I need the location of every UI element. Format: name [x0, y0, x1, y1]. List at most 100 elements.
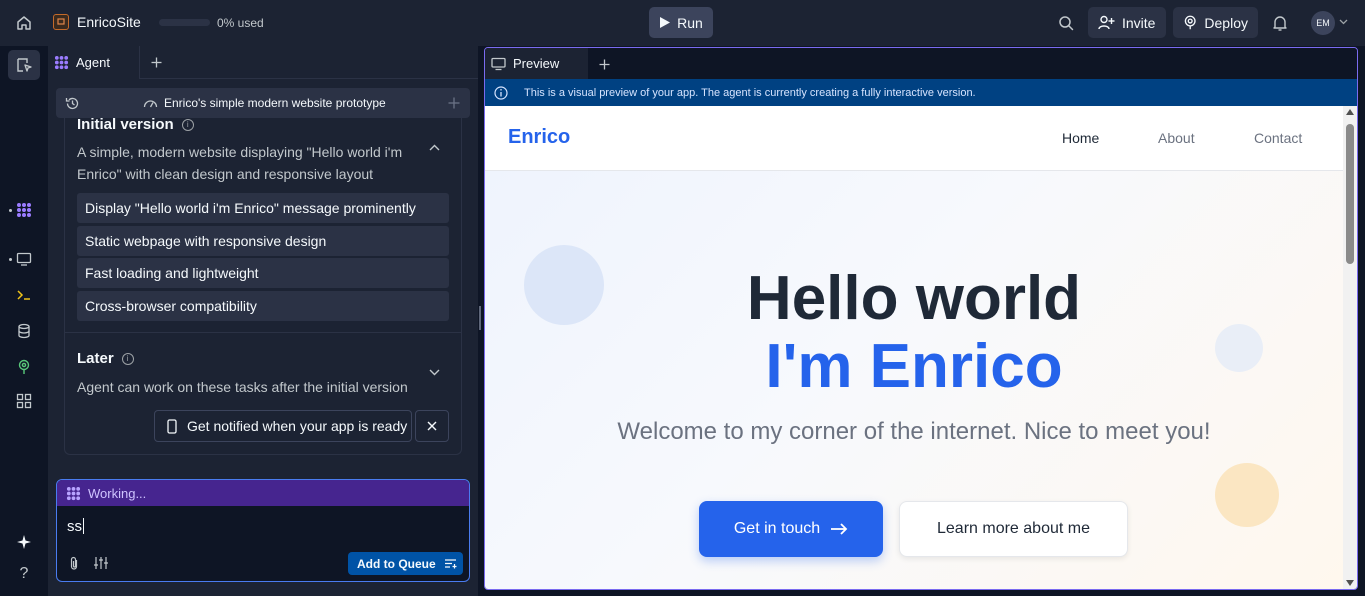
preview-info-banner: This is a visual preview of your app. Th…: [485, 79, 1357, 106]
help-icon[interactable]: ?: [12, 562, 36, 586]
agent-icon: [66, 486, 81, 500]
session-title[interactable]: Enrico's simple modern website prototype: [164, 96, 386, 110]
new-session-icon[interactable]: [446, 95, 462, 111]
agent-icon: [54, 55, 69, 70]
left-rail: ?: [0, 46, 48, 596]
nav-link-contact[interactable]: Contact: [1254, 130, 1302, 146]
later-title: Later: [77, 350, 114, 367]
site-preview: Enrico Home About Contact Hello world I'…: [485, 106, 1343, 589]
task-item: Fast loading and lightweight: [77, 258, 449, 288]
gauge-icon: [142, 96, 158, 110]
shell-icon[interactable]: [12, 283, 36, 307]
queue-icon: [444, 559, 457, 569]
scroll-thumb[interactable]: [1346, 124, 1354, 264]
session-bar: Enrico's simple modern website prototype: [56, 88, 470, 118]
invite-label: Invite: [1122, 14, 1156, 31]
working-label: Working...: [88, 485, 147, 501]
phone-icon: [167, 418, 177, 434]
hero-heading-line1: Hello world: [746, 264, 1082, 333]
get-in-touch-label: Get in touch: [733, 520, 821, 537]
divider: [65, 332, 461, 333]
task-item: Static webpage with responsive design: [77, 226, 449, 256]
info-icon[interactable]: i: [121, 352, 134, 365]
plus-icon[interactable]: [148, 54, 164, 70]
avatar[interactable]: EM: [1311, 11, 1335, 35]
preview-icon[interactable]: [12, 247, 36, 271]
add-to-queue-button[interactable]: Add to Queue: [348, 552, 463, 575]
message-input[interactable]: ss: [67, 518, 84, 535]
task-item: Display "Hello world i'm Enrico" message…: [77, 193, 449, 223]
tab-preview[interactable]: Preview: [485, 48, 588, 79]
message-composer: Working... ss Add to Queue: [56, 479, 470, 582]
run-button[interactable]: Run: [649, 7, 713, 38]
chevron-down-icon[interactable]: [1338, 16, 1348, 28]
agent-pane: Agent Enrico's simple modern website pro…: [48, 46, 478, 596]
sliders-icon[interactable]: [93, 555, 109, 571]
notify-button[interactable]: Get notified when your app is ready: [154, 410, 412, 442]
usage-bar: [159, 19, 210, 26]
add-user-icon: [1098, 15, 1115, 30]
invite-button[interactable]: Invite: [1088, 7, 1166, 38]
initial-version-description: A simple, modern website displaying "Hel…: [77, 144, 403, 182]
site-brand[interactable]: Enrico: [508, 126, 570, 149]
chevron-down-icon[interactable]: [427, 365, 441, 379]
home-icon[interactable]: [13, 12, 35, 34]
apps-icon[interactable]: [12, 389, 36, 413]
close-icon[interactable]: [415, 410, 449, 442]
chevron-up-icon[interactable]: [427, 140, 441, 154]
preview-tab-bar: Preview: [485, 48, 1357, 79]
tab-agent-label: Agent: [76, 55, 110, 70]
scroll-up-arrow[interactable]: [1346, 109, 1354, 115]
repl-icon: [53, 14, 69, 30]
notify-label: Get notified when your app is ready: [187, 418, 408, 434]
deployments-icon[interactable]: [12, 355, 36, 379]
get-in-touch-button[interactable]: Get in touch: [699, 501, 883, 557]
message-input-value: ss: [67, 518, 82, 535]
agent-icon[interactable]: [12, 198, 36, 222]
usage-text: 0% used: [217, 16, 264, 30]
assistant-icon[interactable]: [12, 530, 36, 554]
arrow-right-icon: [831, 523, 848, 535]
initial-version-heading: Initial version i: [77, 118, 194, 133]
deploy-label: Deploy: [1204, 14, 1248, 31]
bell-icon[interactable]: [1270, 12, 1290, 34]
preview-scrollbar[interactable]: [1343, 106, 1357, 589]
files-icon[interactable]: [8, 50, 40, 80]
run-label: Run: [677, 14, 703, 31]
site-navbar: Enrico Home About Contact: [485, 106, 1343, 171]
search-icon[interactable]: [1055, 12, 1077, 34]
agent-tab-bar: Agent: [48, 46, 478, 79]
info-icon[interactable]: i: [181, 118, 194, 131]
deploy-icon: [1184, 15, 1196, 30]
banner-text: This is a visual preview of your app. Th…: [524, 86, 976, 99]
text-caret: [83, 518, 84, 534]
history-icon[interactable]: [64, 95, 80, 111]
queue-label: Add to Queue: [357, 556, 436, 571]
info-icon: [494, 85, 508, 100]
later-heading: Later i: [77, 350, 134, 367]
tab-preview-label: Preview: [513, 56, 560, 71]
task-item: Cross-browser compatibility: [77, 291, 449, 321]
paperclip-icon[interactable]: [67, 555, 81, 571]
pane-resize-handle[interactable]: [479, 306, 481, 330]
nav-link-home[interactable]: Home: [1062, 130, 1099, 146]
initial-version-title: Initial version: [77, 118, 174, 133]
plan-card: Initial version i A simple, modern websi…: [64, 118, 462, 455]
monitor-icon: [491, 57, 506, 70]
nav-link-about[interactable]: About: [1158, 130, 1195, 146]
learn-more-button[interactable]: Learn more about me: [899, 501, 1128, 557]
later-description: Agent can work on these tasks after the …: [77, 379, 408, 395]
top-bar: EnricoSite 0% used Run Invite Deploy EM: [0, 0, 1365, 46]
hero-subtitle: Welcome to my corner of the internet. Ni…: [617, 418, 1211, 445]
deploy-button[interactable]: Deploy: [1173, 7, 1258, 38]
database-icon[interactable]: [12, 319, 36, 343]
working-status: Working...: [57, 480, 469, 506]
preview-pane: Preview This is a visual preview of your…: [484, 47, 1358, 590]
tab-agent[interactable]: Agent: [48, 46, 140, 79]
scroll-down-arrow[interactable]: [1346, 580, 1354, 586]
play-icon: [660, 17, 671, 28]
plus-icon[interactable]: [596, 56, 612, 72]
repl-name[interactable]: EnricoSite: [77, 14, 141, 30]
hero-heading-line2: I'm Enrico: [765, 332, 1063, 401]
decorative-circle: [1215, 463, 1279, 527]
